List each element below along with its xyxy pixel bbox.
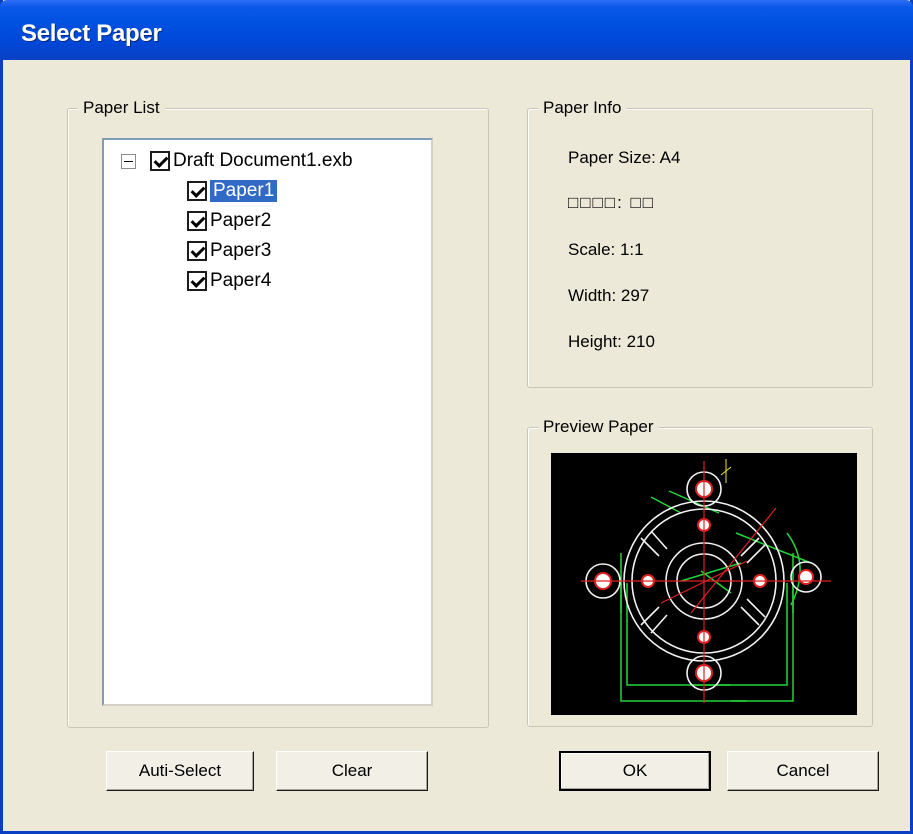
cad-drawing-preview [581, 459, 831, 703]
paper3-label: Paper3 [210, 240, 272, 261]
tree-item-paper3[interactable]: Paper3 [187, 240, 271, 262]
paper3-checkbox[interactable] [187, 241, 207, 261]
paper4-label: Paper4 [210, 270, 272, 291]
cancel-button[interactable]: Cancel [727, 751, 879, 791]
preview-legend: Preview Paper [538, 417, 659, 437]
ok-button[interactable]: OK [559, 751, 711, 791]
tree-item-paper4[interactable]: Paper4 [187, 270, 271, 292]
tree-item-paper2[interactable]: Paper2 [187, 210, 271, 232]
paper1-checkbox[interactable] [187, 181, 207, 201]
paper1-label: Paper1 [210, 180, 278, 202]
paper2-label: Paper2 [210, 210, 272, 231]
garbled-text: □□□□: □□ [568, 193, 656, 212]
root-checkbox[interactable] [150, 151, 170, 171]
paper-info-legend: Paper Info [538, 98, 627, 118]
collapse-icon[interactable] [121, 153, 136, 169]
paper2-checkbox[interactable] [187, 211, 207, 231]
paper4-checkbox[interactable] [187, 271, 207, 291]
auto-select-button[interactable]: Auti-Select [106, 751, 254, 791]
tree-item-paper1[interactable]: Paper1 [187, 180, 278, 202]
scale-text: Scale: 1:1 [568, 240, 644, 259]
root-label: Draft Document1.exb [173, 150, 353, 171]
tree-root-node[interactable]: Draft Document1.exb [121, 150, 353, 172]
height-text: Height: 210 [568, 332, 655, 351]
window-title: Select Paper [21, 20, 162, 47]
paper-preview-image [551, 453, 857, 715]
title-bar[interactable]: Select Paper [0, 0, 913, 60]
paper-size-text: Paper Size: A4 [568, 148, 681, 167]
select-paper-dialog: Select Paper Paper List Draft Document1.… [0, 0, 913, 834]
clear-button[interactable]: Clear [276, 751, 428, 791]
paper-list-legend: Paper List [78, 98, 165, 118]
paper-tree[interactable]: Draft Document1.exb Paper1 Paper2 Paper3… [102, 138, 433, 706]
width-text: Width: 297 [568, 286, 650, 305]
